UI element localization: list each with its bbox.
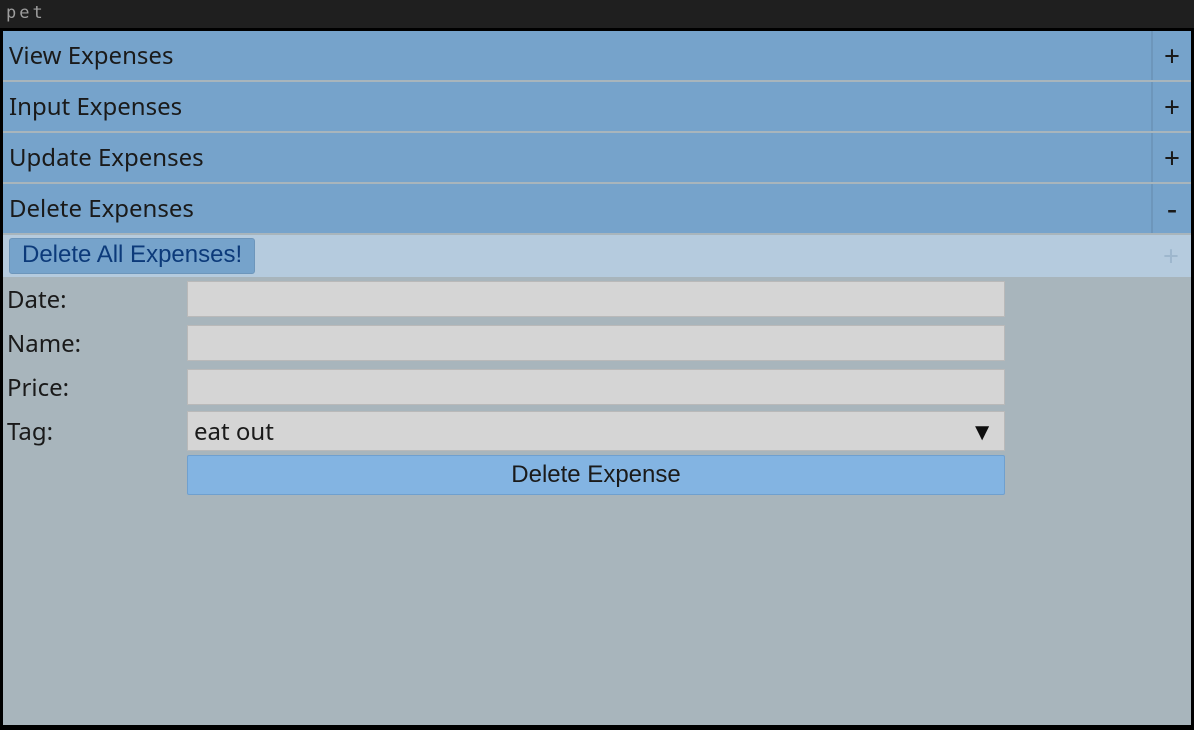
form-row-price: Price: [5,367,1189,407]
date-input[interactable] [187,281,1005,317]
accordion-item-update-expenses[interactable]: Update Expenses + [3,133,1191,182]
window-body: View Expenses + Input Expenses + Update … [0,28,1194,728]
accordion: View Expenses + Input Expenses + Update … [3,31,1191,277]
tag-select-value: eat out [194,415,274,448]
delete-all-expenses-button[interactable]: Delete All Expenses! [9,238,255,274]
disabled-expand-icon: + [1151,235,1191,277]
window-titlebar: pet [0,0,1194,28]
collapse-icon[interactable]: - [1151,184,1191,233]
tag-label: Tag: [5,415,187,448]
price-input[interactable] [187,369,1005,405]
expand-icon[interactable]: + [1151,31,1191,80]
accordion-item-input-expenses[interactable]: Input Expenses + [3,82,1191,131]
accordion-item-view-expenses[interactable]: View Expenses + [3,31,1191,80]
chevron-down-icon: ▼ [970,415,994,448]
accordion-item-label: Delete Expenses [3,184,1151,233]
form-row-name: Name: [5,323,1189,363]
date-label: Date: [5,283,187,316]
delete-expenses-panel: Delete All Expenses! + [3,235,1191,277]
accordion-item-label: View Expenses [3,31,1151,80]
spacer [5,455,187,495]
delete-expense-form: Date: Name: Price: Tag: eat out ▼ Delete… [3,277,1191,495]
name-input[interactable] [187,325,1005,361]
form-row-tag: Tag: eat out ▼ [5,411,1189,451]
form-row-submit: Delete Expense [5,455,1189,495]
form-row-date: Date: [5,279,1189,319]
accordion-item-label: Update Expenses [3,133,1151,182]
expand-icon[interactable]: + [1151,133,1191,182]
expand-icon[interactable]: + [1151,82,1191,131]
name-label: Name: [5,327,187,360]
delete-expense-button[interactable]: Delete Expense [187,455,1005,495]
accordion-item-delete-expenses[interactable]: Delete Expenses - [3,184,1191,233]
accordion-item-label: Input Expenses [3,82,1151,131]
price-label: Price: [5,371,187,404]
window-title: pet [6,3,46,23]
tag-select[interactable]: eat out ▼ [187,411,1005,451]
